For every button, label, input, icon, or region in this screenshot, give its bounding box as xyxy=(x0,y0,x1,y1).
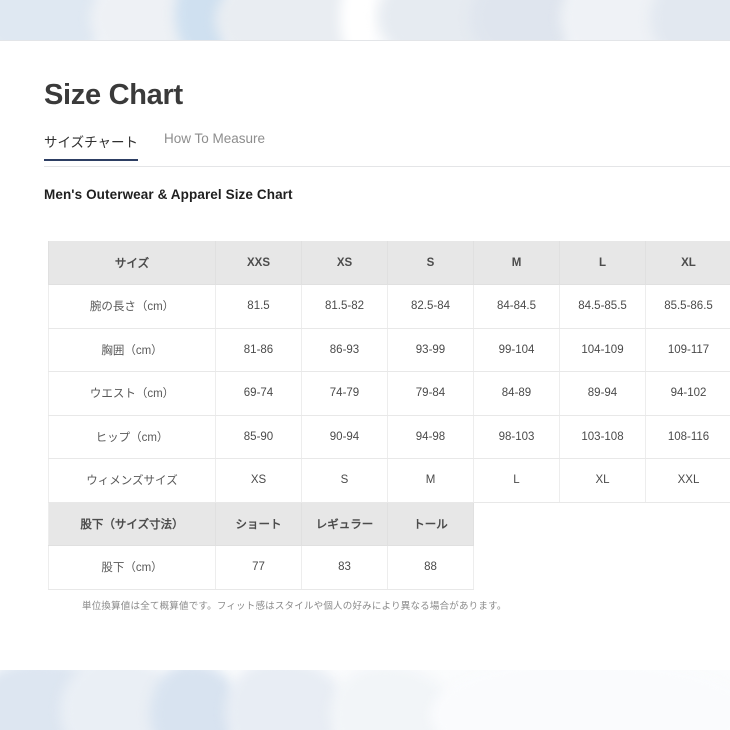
hero-image-strip-bottom xyxy=(0,670,730,730)
cell-waist-s: 79-84 xyxy=(387,371,474,416)
empty-cell xyxy=(559,502,646,546)
table-header-row: サイズ XXS XS S M L XL xyxy=(48,241,730,285)
cell-hip-m: 98-103 xyxy=(473,415,560,459)
cell-hip-xs: 90-94 xyxy=(301,415,388,459)
cell-hip-xxs: 85-90 xyxy=(215,415,302,459)
cell-waist-xs: 74-79 xyxy=(301,371,388,416)
empty-cell xyxy=(645,545,730,589)
cell-chest-m: 99-104 xyxy=(473,328,560,372)
cell-womens-s: M xyxy=(387,458,474,503)
inseam-header-tall: トール xyxy=(387,502,474,546)
row-label-inseam-cm: 股下（cm） xyxy=(48,545,216,590)
empty-cell xyxy=(559,545,646,589)
column-header-xxs: XXS xyxy=(215,241,302,285)
cell-womens-xs: S xyxy=(301,458,388,503)
cell-womens-l: XL xyxy=(559,458,646,503)
cell-sleeve-s: 82.5-84 xyxy=(387,284,474,329)
table-row: ヒップ（cm） 85-90 90-94 94-98 98-103 103-108… xyxy=(48,415,730,459)
column-header-m: M xyxy=(473,241,560,285)
hero-image-strip-top xyxy=(0,0,730,40)
table-row: 腕の長さ（cm） 81.5 81.5-82 82.5-84 84-84.5 84… xyxy=(48,284,730,329)
cell-waist-xl: 94-102 xyxy=(645,371,730,416)
empty-cell xyxy=(473,502,560,546)
cell-chest-l: 104-109 xyxy=(559,328,646,372)
column-header-xs: XS xyxy=(301,241,388,285)
tab-how-to-measure[interactable]: How To Measure xyxy=(164,131,265,156)
cell-sleeve-m: 84-84.5 xyxy=(473,284,560,329)
size-chart-footnote: 単位換算値は全て概算値です。フィット感はスタイルや個人の好みにより異なる場合があ… xyxy=(82,601,507,612)
row-label-chest: 胸囲（cm） xyxy=(48,328,216,372)
cell-waist-l: 89-94 xyxy=(559,371,646,416)
row-label-hip: ヒップ（cm） xyxy=(48,415,216,459)
cell-waist-xxs: 69-74 xyxy=(215,371,302,416)
column-header-size: サイズ xyxy=(48,241,216,285)
cell-hip-s: 94-98 xyxy=(387,415,474,459)
cell-inseam-tall: 88 xyxy=(387,545,474,590)
row-label-waist: ウエスト（cm） xyxy=(48,371,216,416)
row-label-womens-size: ウィメンズサイズ xyxy=(48,458,216,503)
tab-bar: サイズチャート How To Measure xyxy=(44,131,291,161)
tab-size-chart[interactable]: サイズチャート xyxy=(44,131,138,161)
cell-chest-s: 93-99 xyxy=(387,328,474,372)
cell-sleeve-l: 84.5-85.5 xyxy=(559,284,646,329)
size-table: サイズ XXS XS S M L XL 腕の長さ（cm） 81.5 81.5-8… xyxy=(48,241,730,590)
cell-womens-m: L xyxy=(473,458,560,503)
cell-inseam-regular: 83 xyxy=(301,545,388,590)
cell-waist-m: 84-89 xyxy=(473,371,560,416)
cell-womens-xxs: XS xyxy=(215,458,302,503)
inseam-data-row: 股下（cm） 77 83 88 xyxy=(48,545,730,590)
cell-sleeve-xxs: 81.5 xyxy=(215,284,302,329)
size-table-container: サイズ XXS XS S M L XL 腕の長さ（cm） 81.5 81.5-8… xyxy=(48,241,730,590)
cell-chest-xl: 109-117 xyxy=(645,328,730,372)
inseam-header-row: 股下（サイズ寸法） ショート レギュラー トール xyxy=(48,502,730,546)
empty-cell xyxy=(473,545,560,589)
size-chart-content: Size Chart サイズチャート How To Measure Men's … xyxy=(0,41,730,670)
table-row: 胸囲（cm） 81-86 86-93 93-99 99-104 104-109 … xyxy=(48,328,730,372)
page-title: Size Chart xyxy=(44,79,183,111)
inseam-header-short: ショート xyxy=(215,502,302,546)
column-header-l: L xyxy=(559,241,646,285)
cell-inseam-short: 77 xyxy=(215,545,302,590)
inseam-header-regular: レギュラー xyxy=(301,502,388,546)
cell-hip-xl: 108-116 xyxy=(645,415,730,459)
section-title: Men's Outerwear & Apparel Size Chart xyxy=(44,187,293,202)
column-header-xl: XL xyxy=(645,241,730,285)
cell-chest-xs: 86-93 xyxy=(301,328,388,372)
column-header-s: S xyxy=(387,241,474,285)
cell-chest-xxs: 81-86 xyxy=(215,328,302,372)
cell-sleeve-xs: 81.5-82 xyxy=(301,284,388,329)
table-row: ウエスト（cm） 69-74 74-79 79-84 84-89 89-94 9… xyxy=(48,371,730,416)
cell-sleeve-xl: 85.5-86.5 xyxy=(645,284,730,329)
cell-hip-l: 103-108 xyxy=(559,415,646,459)
tab-bar-divider xyxy=(44,166,730,167)
row-label-inseam-sizes: 股下（サイズ寸法） xyxy=(48,502,216,546)
cell-womens-xl: XXL xyxy=(645,458,730,503)
table-row: ウィメンズサイズ XS S M L XL XXL xyxy=(48,458,730,503)
row-label-sleeve-length: 腕の長さ（cm） xyxy=(48,284,216,329)
empty-cell xyxy=(645,502,730,546)
size-chart-page: Size Chart サイズチャート How To Measure Men's … xyxy=(0,0,730,730)
